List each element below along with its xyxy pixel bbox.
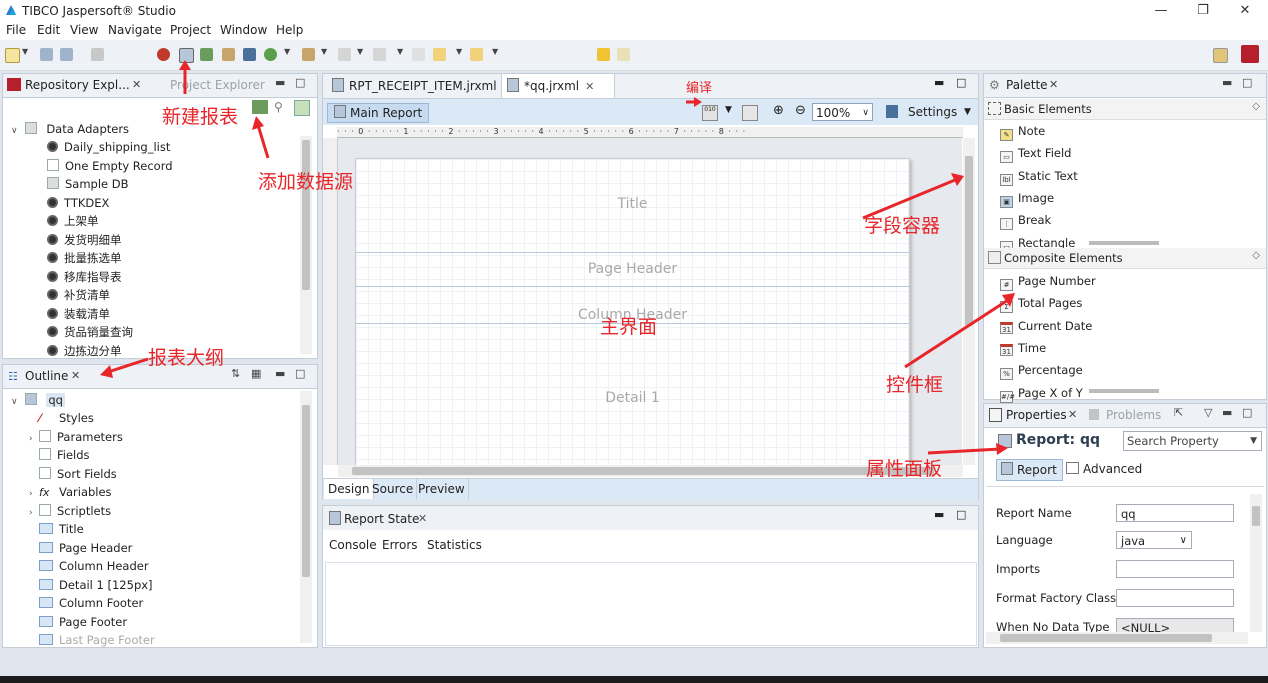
arrowhead-compile bbox=[694, 97, 702, 107]
annotation-add-datasource: 添加数据源 bbox=[258, 171, 354, 193]
annotation-main-ui: 主界面 bbox=[600, 316, 658, 338]
arrowhead-outline bbox=[100, 365, 113, 378]
annotation-properties-panel: 属性面板 bbox=[866, 458, 943, 480]
arrowhead-properties bbox=[996, 443, 1008, 455]
arrowhead-new-report bbox=[179, 60, 191, 70]
arrow-properties bbox=[927, 447, 1001, 455]
annotation-control-box: 控件框 bbox=[886, 374, 944, 396]
arrowhead-control-box bbox=[1002, 293, 1015, 307]
arrow-add-datasource bbox=[256, 124, 270, 159]
annotation-new-report: 新建报表 bbox=[162, 106, 239, 128]
arrowhead-add-datasource bbox=[252, 116, 264, 130]
annotation-field-container: 字段容器 bbox=[864, 215, 941, 237]
annotation-compile: 编译 bbox=[686, 81, 713, 96]
arrow-outline bbox=[107, 357, 149, 374]
annotation-outline: 报表大纲 bbox=[148, 347, 225, 369]
arrow-control-box bbox=[904, 298, 1009, 369]
